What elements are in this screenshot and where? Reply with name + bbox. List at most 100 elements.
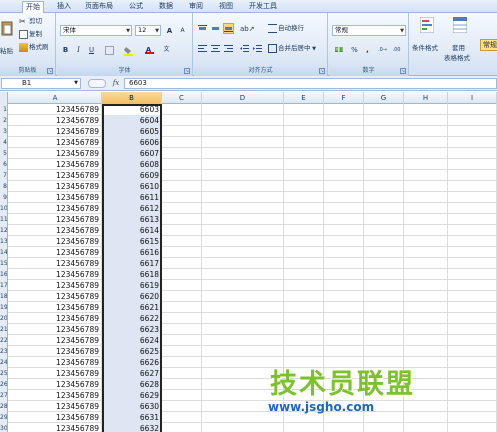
column-header-f[interactable]: F <box>324 92 364 104</box>
cell-c[interactable] <box>162 148 202 159</box>
cell-i[interactable] <box>448 357 497 368</box>
column-header-h[interactable]: H <box>404 92 448 104</box>
cell-d[interactable] <box>202 159 284 170</box>
cell-h[interactable] <box>404 181 448 192</box>
cell-g[interactable] <box>364 192 404 203</box>
align-middle-button[interactable] <box>210 23 221 34</box>
cell-c[interactable] <box>162 302 202 313</box>
shrink-font-button[interactable]: A <box>177 25 188 36</box>
cell-f[interactable] <box>324 357 364 368</box>
cell-f[interactable] <box>324 148 364 159</box>
cell-e[interactable] <box>284 280 324 291</box>
row-header[interactable]: 22 <box>0 335 8 346</box>
cell-i[interactable] <box>448 148 497 159</box>
cell-h[interactable] <box>404 313 448 324</box>
cell-g[interactable] <box>364 390 404 401</box>
cell-i[interactable] <box>448 104 497 115</box>
cell-h[interactable] <box>404 247 448 258</box>
cell-i[interactable] <box>448 214 497 225</box>
cell-a[interactable]: 123456789 <box>9 368 102 379</box>
cell-d[interactable] <box>202 412 284 423</box>
cell-i[interactable] <box>448 137 497 148</box>
cell-f[interactable] <box>324 203 364 214</box>
cell-d[interactable] <box>202 390 284 401</box>
cell-i[interactable] <box>448 258 497 269</box>
font-size-box[interactable]: 12 ▼ <box>135 25 161 36</box>
cell-e[interactable] <box>284 214 324 225</box>
align-bottom-button[interactable] <box>223 23 234 34</box>
cell-e[interactable] <box>284 313 324 324</box>
cell-a[interactable]: 123456789 <box>9 423 102 432</box>
tab-review[interactable]: 审阅 <box>186 1 206 13</box>
cell-a[interactable]: 123456789 <box>9 104 102 115</box>
cell-g[interactable] <box>364 269 404 280</box>
cell-e[interactable] <box>284 126 324 137</box>
cell-g[interactable] <box>364 346 404 357</box>
cell-e[interactable] <box>284 236 324 247</box>
cell-a[interactable]: 123456789 <box>9 203 102 214</box>
cell-i[interactable] <box>448 335 497 346</box>
cell-e[interactable] <box>284 258 324 269</box>
cell-i[interactable] <box>448 423 497 432</box>
tab-insert[interactable]: 插入 <box>54 1 74 13</box>
row-header[interactable]: 30 <box>0 423 8 432</box>
cell-f[interactable] <box>324 170 364 181</box>
cell-f[interactable] <box>324 313 364 324</box>
cell-a[interactable]: 123456789 <box>9 390 102 401</box>
cell-i[interactable] <box>448 313 497 324</box>
cell-g[interactable] <box>364 137 404 148</box>
cell-e[interactable] <box>284 170 324 181</box>
row-header[interactable]: 6 <box>0 159 8 170</box>
cell-h[interactable] <box>404 115 448 126</box>
cell-a[interactable]: 123456789 <box>9 401 102 412</box>
borders-button[interactable] <box>104 44 115 55</box>
row-header[interactable]: 24 <box>0 357 8 368</box>
cell-i[interactable] <box>448 379 497 390</box>
cell-b[interactable]: 6608 <box>102 159 162 170</box>
cell-a[interactable]: 123456789 <box>9 137 102 148</box>
cell-i[interactable] <box>448 192 497 203</box>
cell-h[interactable] <box>404 280 448 291</box>
cell-f[interactable] <box>324 379 364 390</box>
cell-b[interactable]: 6622 <box>102 313 162 324</box>
font-color-button[interactable]: A <box>143 44 154 55</box>
cell-h[interactable] <box>404 412 448 423</box>
cell-a[interactable]: 123456789 <box>9 115 102 126</box>
align-center-button[interactable] <box>210 43 221 54</box>
row-header[interactable]: 10 <box>0 203 8 214</box>
cell-c[interactable] <box>162 291 202 302</box>
row-header[interactable]: 1 <box>0 104 8 115</box>
cell-d[interactable] <box>202 313 284 324</box>
cell-g[interactable] <box>364 247 404 258</box>
insert-function-button[interactable]: fx <box>110 78 122 89</box>
row-header[interactable]: 2 <box>0 115 8 126</box>
row-header[interactable]: 19 <box>0 302 8 313</box>
row-header[interactable]: 28 <box>0 401 8 412</box>
cell-e[interactable] <box>284 137 324 148</box>
formula-bar-handle[interactable] <box>88 79 106 88</box>
cell-e[interactable] <box>284 346 324 357</box>
cut-button[interactable]: ✂ 剪切 <box>19 16 42 27</box>
cell-g[interactable] <box>364 313 404 324</box>
cell-i[interactable] <box>448 291 497 302</box>
cell-e[interactable] <box>284 115 324 126</box>
cell-e[interactable] <box>284 423 324 432</box>
cell-h[interactable] <box>404 258 448 269</box>
cell-c[interactable] <box>162 269 202 280</box>
cell-g[interactable] <box>364 104 404 115</box>
cell-f[interactable] <box>324 192 364 203</box>
cell-h[interactable] <box>404 390 448 401</box>
tab-data[interactable]: 数据 <box>156 1 176 13</box>
cell-a[interactable]: 123456789 <box>9 214 102 225</box>
row-header[interactable]: 23 <box>0 346 8 357</box>
cell-b[interactable]: 6620 <box>102 291 162 302</box>
cell-b[interactable]: 6613 <box>102 214 162 225</box>
cell-a[interactable]: 123456789 <box>9 236 102 247</box>
cell-a[interactable]: 123456789 <box>9 357 102 368</box>
cell-e[interactable] <box>284 247 324 258</box>
cell-a[interactable]: 123456789 <box>9 269 102 280</box>
cell-a[interactable]: 123456789 <box>9 324 102 335</box>
cell-f[interactable] <box>324 115 364 126</box>
cell-a[interactable]: 123456789 <box>9 379 102 390</box>
cell-f[interactable] <box>324 269 364 280</box>
